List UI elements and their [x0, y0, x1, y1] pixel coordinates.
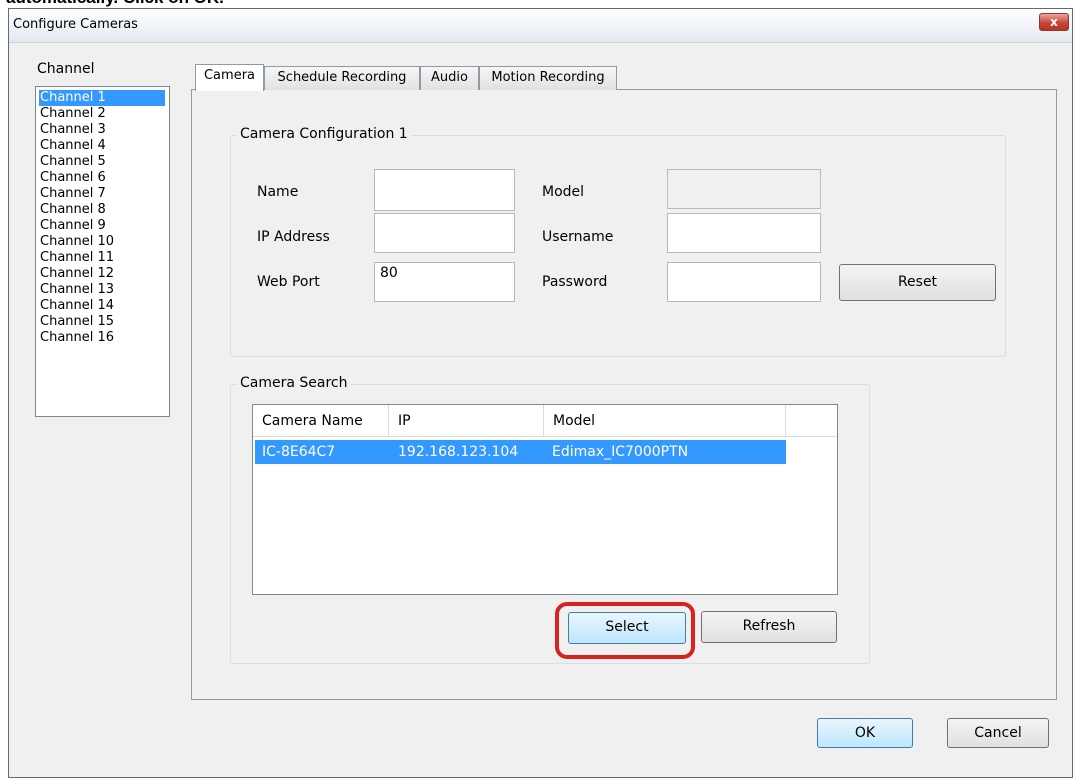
channel-item-1[interactable]: Channel 1 — [39, 90, 165, 106]
username-label: Username — [542, 229, 614, 245]
column-header-ip[interactable]: IP — [389, 405, 544, 437]
highlight-annotation — [555, 602, 695, 659]
tab-audio[interactable]: Audio — [420, 66, 479, 90]
model-field — [667, 169, 821, 209]
close-button[interactable]: x — [1039, 13, 1069, 31]
caption-strip: automatically. Click on OK. — [0, 0, 1073, 8]
password-label: Password — [542, 274, 608, 290]
tab-motion-recording[interactable]: Motion Recording — [479, 66, 617, 90]
password-field[interactable] — [667, 262, 821, 302]
table-row[interactable]: IC-8E64C7 192.168.123.104 Edimax_IC7000P… — [255, 440, 786, 464]
ok-button[interactable]: OK — [817, 718, 913, 748]
column-header-model[interactable]: Model — [544, 405, 786, 437]
channel-item-8[interactable]: Channel 8 — [39, 202, 165, 218]
channel-item-9[interactable]: Channel 9 — [39, 218, 165, 234]
channel-item-4[interactable]: Channel 4 — [39, 138, 165, 154]
configure-cameras-dialog: Configure Cameras x Channel Channel 1 Ch… — [8, 8, 1073, 778]
channel-item-13[interactable]: Channel 13 — [39, 282, 165, 298]
username-field[interactable] — [667, 213, 821, 253]
ip-address-field[interactable] — [374, 213, 515, 253]
channel-list[interactable]: Channel 1 Channel 2 Channel 3 Channel 4 … — [35, 86, 170, 417]
camera-configuration-title: Camera Configuration 1 — [237, 126, 411, 142]
channel-item-14[interactable]: Channel 14 — [39, 298, 165, 314]
close-icon: x — [1050, 15, 1058, 29]
tab-schedule-recording[interactable]: Schedule Recording — [264, 66, 420, 90]
camera-configuration-group: Camera Configuration 1 Name IP Address W… — [230, 126, 1006, 357]
row-camera-name: IC-8E64C7 — [262, 444, 336, 460]
row-ip: 192.168.123.104 — [398, 444, 519, 460]
channel-label: Channel — [37, 61, 95, 77]
window-title: Configure Cameras — [13, 17, 138, 32]
channel-item-10[interactable]: Channel 10 — [39, 234, 165, 250]
channel-item-6[interactable]: Channel 6 — [39, 170, 165, 186]
channel-item-7[interactable]: Channel 7 — [39, 186, 165, 202]
channel-item-2[interactable]: Channel 2 — [39, 106, 165, 122]
caption-text: automatically. Click on OK. — [6, 0, 224, 8]
channel-item-12[interactable]: Channel 12 — [39, 266, 165, 282]
channel-item-5[interactable]: Channel 5 — [39, 154, 165, 170]
column-header-camera-name[interactable]: Camera Name — [253, 405, 389, 437]
row-model: Edimax_IC7000PTN — [552, 444, 689, 460]
reset-button[interactable]: Reset — [839, 264, 996, 301]
column-header-filler — [786, 405, 837, 437]
name-field[interactable] — [374, 169, 515, 211]
model-label: Model — [542, 184, 585, 200]
web-port-field[interactable]: 80 — [374, 262, 515, 302]
title-bar: Configure Cameras x — [9, 9, 1072, 43]
camera-search-title: Camera Search — [237, 375, 351, 391]
channel-item-3[interactable]: Channel 3 — [39, 122, 165, 138]
tab-camera[interactable]: Camera — [195, 64, 264, 91]
refresh-button[interactable]: Refresh — [701, 611, 837, 643]
channel-item-16[interactable]: Channel 16 — [39, 330, 165, 346]
ip-address-label: IP Address — [257, 229, 330, 245]
channel-item-11[interactable]: Channel 11 — [39, 250, 165, 266]
channel-item-15[interactable]: Channel 15 — [39, 314, 165, 330]
name-label: Name — [257, 184, 299, 200]
cancel-button[interactable]: Cancel — [947, 718, 1049, 748]
web-port-label: Web Port — [257, 274, 320, 290]
camera-search-list[interactable]: Camera Name IP Model IC-8E64C7 192.168.1… — [252, 404, 838, 595]
